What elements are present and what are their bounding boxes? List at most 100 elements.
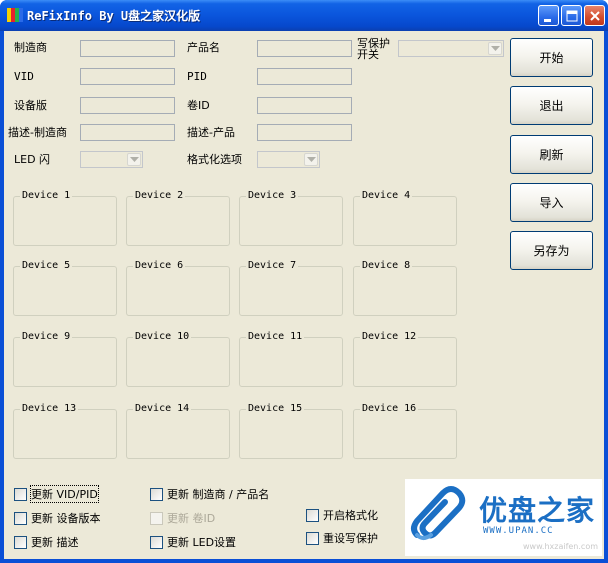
watermark-text: www.hxzaifen.com xyxy=(523,542,599,551)
volume-id-label: 卷ID xyxy=(187,99,210,112)
close-button[interactable] xyxy=(584,5,605,26)
device-group-title: Device 4 xyxy=(360,190,413,202)
format-options-label: 格式化选项 xyxy=(187,153,242,166)
checkbox-box[interactable] xyxy=(150,487,163,501)
enable-format-checkbox[interactable]: 开启格式化 xyxy=(306,508,378,522)
close-icon xyxy=(590,11,600,21)
paperclip-icon xyxy=(411,486,466,540)
exit-button[interactable]: 退出 xyxy=(510,86,593,125)
led-flash-label: LED 闪 xyxy=(14,153,51,166)
desc-product-input[interactable] xyxy=(257,124,352,141)
minimize-icon xyxy=(544,19,551,22)
checkbox-label: 更新 LED设置 xyxy=(167,536,237,549)
chevron-down-icon xyxy=(307,157,316,162)
import-button[interactable]: 导入 xyxy=(510,183,593,222)
client-area: 制造商 产品名 写保护 开关 VID PID 设备版 卷ID 描述-制造商 描述… xyxy=(4,31,604,559)
device-group-4: Device 4 xyxy=(353,190,457,246)
save-as-button[interactable]: 另存为 xyxy=(510,231,593,270)
device-group-title: Device 16 xyxy=(360,403,419,415)
pid-label: PID xyxy=(187,70,207,83)
maximize-button[interactable] xyxy=(561,5,582,26)
device-group-title: Device 12 xyxy=(360,331,419,343)
vid-label: VID xyxy=(14,70,34,83)
device-group-15: Device 15 xyxy=(239,403,343,459)
brand-logo: 优盘之家 WWW.UPAN.CC www.hxzaifen.com xyxy=(405,479,602,556)
device-group-title: Device 8 xyxy=(360,260,413,272)
maximize-icon xyxy=(566,10,578,22)
device-group-title: Device 5 xyxy=(20,260,73,272)
dropdown-arrow[interactable] xyxy=(304,153,318,166)
refresh-button[interactable]: 刷新 xyxy=(510,135,593,174)
chevron-down-icon xyxy=(491,46,500,51)
checkbox-label: 更新 设备版本 xyxy=(31,512,101,525)
update-description-checkbox[interactable]: 更新 描述 xyxy=(14,535,79,549)
vid-input[interactable] xyxy=(80,68,175,85)
device-group-title: Device 3 xyxy=(246,190,299,202)
device-version-label: 设备版 xyxy=(14,99,47,112)
device-group-9: Device 9 xyxy=(13,331,117,387)
device-group-title: Device 2 xyxy=(133,190,186,202)
update-led-checkbox[interactable]: 更新 LED设置 xyxy=(150,535,236,549)
device-group-title: Device 7 xyxy=(246,260,299,272)
format-options-select[interactable] xyxy=(257,151,320,168)
app-window: ReFixInfo By U盘之家汉化版 制造商 产品名 写保护 开关 VID … xyxy=(0,0,608,563)
device-group-11: Device 11 xyxy=(239,331,343,387)
logo-url: WWW.UPAN.CC xyxy=(483,526,554,536)
chevron-down-icon xyxy=(130,157,139,162)
device-group-title: Device 11 xyxy=(246,331,305,343)
volume-id-input[interactable] xyxy=(257,97,352,114)
manufacturer-input[interactable] xyxy=(80,40,175,57)
device-version-input[interactable] xyxy=(80,97,175,114)
led-flash-select[interactable] xyxy=(80,151,143,168)
start-button[interactable]: 开始 xyxy=(510,38,593,77)
desc-manufacturer-input[interactable] xyxy=(80,124,175,141)
write-protect-switch-select[interactable] xyxy=(398,40,504,57)
device-group-12: Device 12 xyxy=(353,331,457,387)
checkbox-box[interactable] xyxy=(150,535,163,549)
checkbox-box[interactable] xyxy=(14,487,27,501)
checkbox-box[interactable] xyxy=(14,511,27,525)
device-group-10: Device 10 xyxy=(126,331,230,387)
checkbox-box[interactable] xyxy=(306,531,319,545)
checkbox-label: 开启格式化 xyxy=(323,509,378,522)
checkbox-box[interactable] xyxy=(14,535,27,549)
desc-product-label: 描述-产品 xyxy=(187,126,235,139)
checkbox-label: 更新 描述 xyxy=(31,536,79,549)
checkbox-label: 更新 VID/PID xyxy=(30,485,99,503)
pid-input[interactable] xyxy=(257,68,352,85)
app-icon xyxy=(7,8,23,22)
device-group-16: Device 16 xyxy=(353,403,457,459)
device-group-title: Device 13 xyxy=(20,403,79,415)
device-group-2: Device 2 xyxy=(126,190,230,246)
checkbox-box[interactable] xyxy=(306,508,319,522)
update-volume-id-checkbox: 更新 卷ID xyxy=(150,511,215,525)
device-group-5: Device 5 xyxy=(13,260,117,316)
product-name-input[interactable] xyxy=(257,40,352,57)
desc-manufacturer-label: 描述-制造商 xyxy=(8,126,67,139)
device-group-14: Device 14 xyxy=(126,403,230,459)
update-device-version-checkbox[interactable]: 更新 设备版本 xyxy=(14,511,101,525)
device-group-7: Device 7 xyxy=(239,260,343,316)
device-group-1: Device 1 xyxy=(13,190,117,246)
manufacturer-label: 制造商 xyxy=(14,41,47,54)
device-group-6: Device 6 xyxy=(126,260,230,316)
device-group-title: Device 10 xyxy=(133,331,192,343)
update-vid-pid-checkbox[interactable]: 更新 VID/PID xyxy=(14,485,99,503)
device-group-title: Device 1 xyxy=(20,190,73,202)
dropdown-arrow[interactable] xyxy=(127,153,141,166)
logo-brand-text: 优盘之家 xyxy=(479,494,596,527)
device-group-3: Device 3 xyxy=(239,190,343,246)
write-protect-switch-label: 写保护 开关 xyxy=(357,37,390,61)
checkbox-box xyxy=(150,511,163,525)
product-name-label: 产品名 xyxy=(187,41,220,54)
minimize-button[interactable] xyxy=(538,5,559,26)
reset-write-protect-checkbox[interactable]: 重设写保护 xyxy=(306,531,378,545)
device-group-title: Device 6 xyxy=(133,260,186,272)
checkbox-label: 更新 卷ID xyxy=(167,512,216,525)
title-bar[interactable]: ReFixInfo By U盘之家汉化版 xyxy=(0,0,608,31)
device-group-title: Device 15 xyxy=(246,403,305,415)
dropdown-arrow[interactable] xyxy=(488,42,502,55)
device-group-8: Device 8 xyxy=(353,260,457,316)
checkbox-label: 重设写保护 xyxy=(323,532,378,545)
update-manufacturer-product-checkbox[interactable]: 更新 制造商 / 产品名 xyxy=(150,487,269,501)
